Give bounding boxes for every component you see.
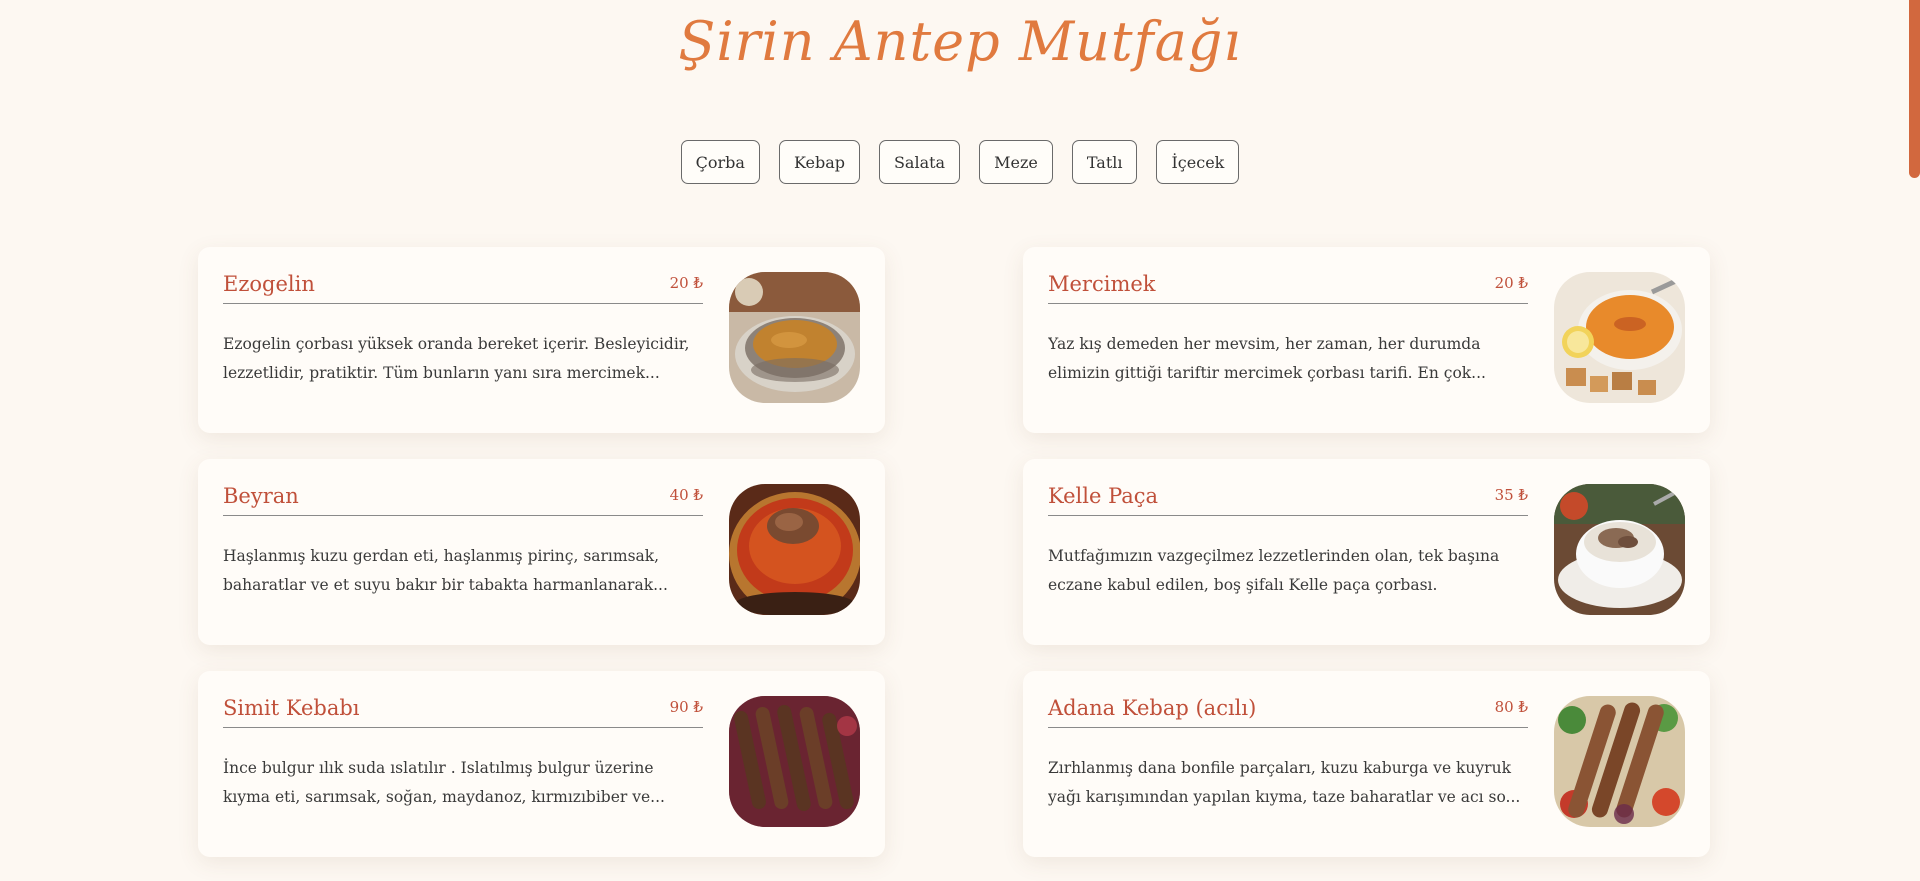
menu-item-body: Mercimek 20 ₺ Yaz kış demeden her mevsim… bbox=[1048, 272, 1528, 388]
menu-item-description: Haşlanmış kuzu gerdan eti, haşlanmış pir… bbox=[223, 547, 668, 594]
page-title: Şirin Antep Mutfağı bbox=[678, 10, 1242, 73]
menu-item-price: 20 ₺ bbox=[669, 274, 703, 292]
menu-item-price: 80 ₺ bbox=[1494, 698, 1528, 716]
tab-tatli[interactable]: Tatlı bbox=[1071, 140, 1138, 184]
menu-item-card[interactable]: Beyran 40 ₺ Haşlanmış kuzu gerdan eti, h… bbox=[198, 459, 885, 645]
menu-item-card[interactable]: Adana Kebap (acılı) 80 ₺ Zırhlanmış dana… bbox=[1023, 671, 1710, 857]
kelle-paca-image bbox=[1554, 484, 1685, 615]
menu-item-header: Kelle Paça 35 ₺ bbox=[1048, 484, 1528, 516]
menu-item-description: Yaz kış demeden her mevsim, her zaman, h… bbox=[1048, 335, 1486, 382]
menu-item-description: Zırhlanmış dana bonfile parçaları, kuzu … bbox=[1048, 759, 1521, 806]
menu-item-description: Mutfağımızın vazgeçilmez lezzetlerinden … bbox=[1048, 547, 1500, 594]
lentil-soup-image bbox=[1554, 272, 1685, 403]
menu-item-body: Ezogelin 20 ₺ Ezogelin çorbası yüksek or… bbox=[223, 272, 703, 388]
menu-item-name: Ezogelin bbox=[223, 272, 315, 296]
menu-item-header: Beyran 40 ₺ bbox=[223, 484, 703, 516]
tab-icecek[interactable]: İçecek bbox=[1156, 140, 1240, 184]
menu-item-name: Adana Kebap (acılı) bbox=[1048, 696, 1257, 720]
menu-item-description: Ezogelin çorbası yüksek oranda bereket i… bbox=[223, 335, 690, 382]
menu-item-header: Simit Kebabı 90 ₺ bbox=[223, 696, 703, 728]
menu-item-header: Ezogelin 20 ₺ bbox=[223, 272, 703, 304]
menu-item-body: Kelle Paça 35 ₺ Mutfağımızın vazgeçilmez… bbox=[1048, 484, 1528, 600]
ezogelin-soup-image bbox=[729, 272, 860, 403]
menu-item-name: Kelle Paça bbox=[1048, 484, 1159, 508]
menu-item-card[interactable]: Ezogelin 20 ₺ Ezogelin çorbası yüksek or… bbox=[198, 247, 885, 433]
scrollbar-track[interactable] bbox=[1906, 0, 1920, 881]
adana-kebab-image bbox=[1554, 696, 1685, 827]
beyran-soup-image bbox=[729, 484, 860, 615]
menu-item-body: Simit Kebabı 90 ₺ İnce bulgur ılık suda … bbox=[223, 696, 703, 812]
menu-item-card[interactable]: Mercimek 20 ₺ Yaz kış demeden her mevsim… bbox=[1023, 247, 1710, 433]
simit-kebab-image bbox=[729, 696, 860, 827]
menu-item-card[interactable]: Kelle Paça 35 ₺ Mutfağımızın vazgeçilmez… bbox=[1023, 459, 1710, 645]
category-tabs: Çorba Kebap Salata Meze Tatlı İçecek bbox=[0, 140, 1920, 184]
scrollbar-thumb[interactable] bbox=[1909, 0, 1920, 178]
menu-item-name: Simit Kebabı bbox=[223, 696, 360, 720]
menu-item-card[interactable]: Simit Kebabı 90 ₺ İnce bulgur ılık suda … bbox=[198, 671, 885, 857]
menu-item-price: 40 ₺ bbox=[669, 486, 703, 504]
menu-item-description: İnce bulgur ılık suda ıslatılır . Islatı… bbox=[223, 759, 665, 806]
menu-item-body: Adana Kebap (acılı) 80 ₺ Zırhlanmış dana… bbox=[1048, 696, 1528, 812]
tab-meze[interactable]: Meze bbox=[979, 140, 1053, 184]
menu-page: Şirin Antep Mutfağı Çorba Kebap Salata M… bbox=[0, 0, 1920, 881]
menu-item-name: Mercimek bbox=[1048, 272, 1156, 296]
tab-corba[interactable]: Çorba bbox=[680, 140, 760, 184]
menu-item-body: Beyran 40 ₺ Haşlanmış kuzu gerdan eti, h… bbox=[223, 484, 703, 600]
tab-salata[interactable]: Salata bbox=[878, 140, 961, 184]
menu-item-header: Adana Kebap (acılı) 80 ₺ bbox=[1048, 696, 1528, 728]
menu-item-price: 90 ₺ bbox=[669, 698, 703, 716]
tab-kebap[interactable]: Kebap bbox=[778, 140, 860, 184]
menu-item-price: 35 ₺ bbox=[1494, 486, 1528, 504]
menu-item-price: 20 ₺ bbox=[1494, 274, 1528, 292]
menu-item-name: Beyran bbox=[223, 484, 299, 508]
menu-grid: Ezogelin 20 ₺ Ezogelin çorbası yüksek or… bbox=[198, 247, 1710, 857]
menu-item-header: Mercimek 20 ₺ bbox=[1048, 272, 1528, 304]
